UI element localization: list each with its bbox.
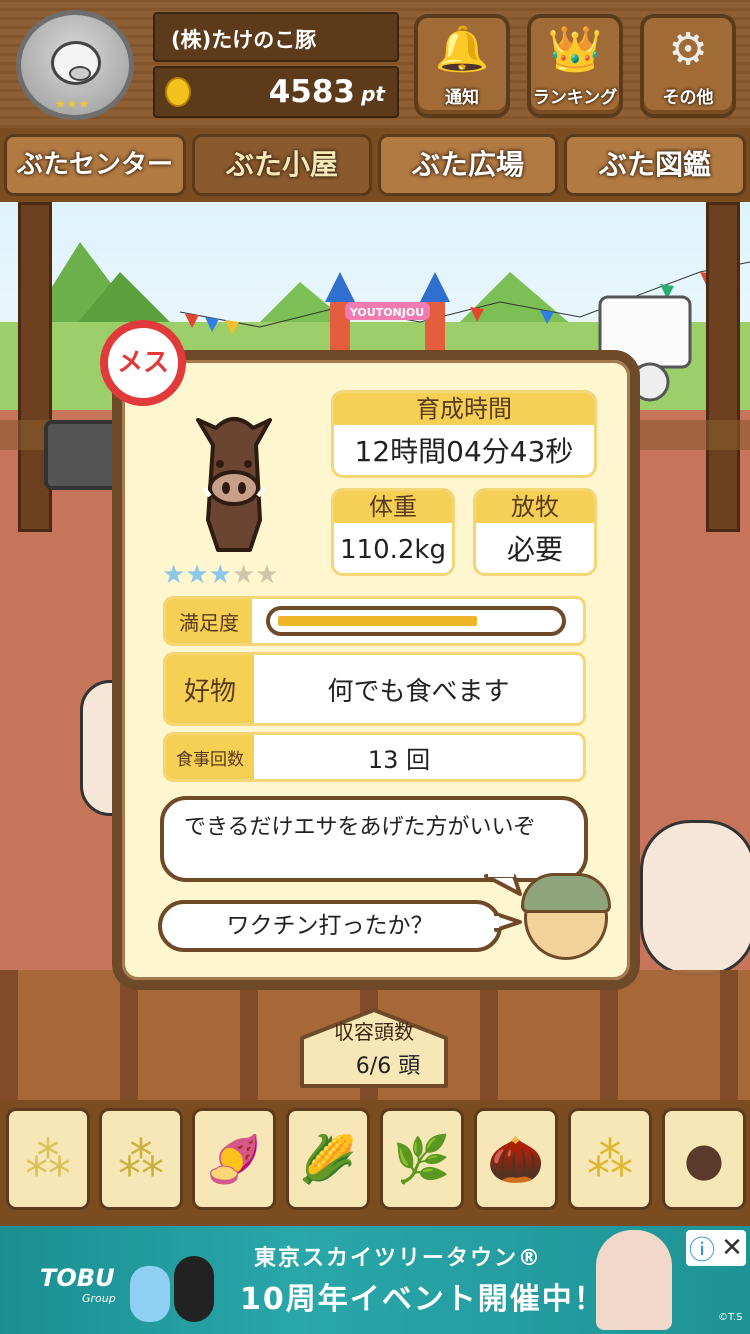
satisfaction-label: 満足度 <box>166 599 252 643</box>
bell-icon: 🔔 <box>434 24 490 75</box>
female-gender-badge: メス <box>100 320 186 406</box>
ad-logo-sub: Group <box>82 1292 116 1305</box>
other-button[interactable]: ⚙ その他 <box>640 14 736 118</box>
gate-sign-text: YOUTONJOU <box>349 306 424 319</box>
grazing-label: 放牧 <box>476 491 594 523</box>
info-icon[interactable]: ⓘ <box>689 1230 715 1267</box>
food-item-sweet-potato[interactable]: 🍠 <box>192 1108 276 1210</box>
question-bubble-tail <box>494 912 522 932</box>
tab-pig-encyclopedia[interactable]: ぶた図鑑 <box>564 134 746 196</box>
bean-pile-icon: ⁂ <box>118 1132 164 1186</box>
star-filled-icon: ★ <box>185 560 209 590</box>
meal-count-row: 食事回数 13 回 <box>163 732 586 782</box>
acorn-icon: 🌰 <box>487 1131 545 1186</box>
dark-balls-plate-icon: ● <box>683 1132 725 1186</box>
corn-icon: 🌽 <box>299 1131 357 1186</box>
leafy-beans-icon: 🌿 <box>393 1131 451 1186</box>
avatar-rank-stars: ★★★ <box>55 97 91 111</box>
tab-pig-center[interactable]: ぶたセンター <box>4 134 186 196</box>
ad-line2: 10周年イベント開催中！ <box>240 1282 606 1317</box>
company-name-box: (株)たけのこ豚 <box>153 12 399 62</box>
advice-bubble-tail <box>484 872 522 896</box>
fence-post-right <box>706 202 740 532</box>
ranking-label: ランキング <box>532 88 618 108</box>
food-item-corn[interactable]: 🌽 <box>286 1108 370 1210</box>
meals-value: 13 回 <box>367 745 431 774</box>
favorite-value: 何でも食べます <box>327 676 510 707</box>
grain-bowl-icon: ⁂ <box>587 1132 633 1186</box>
other-label: その他 <box>662 88 714 108</box>
ad-line1: 東京スカイツリータウン® <box>254 1246 543 1271</box>
points-box: 4583 pt <box>153 66 399 118</box>
notification-button[interactable]: 🔔 通知 <box>414 14 510 118</box>
satisfaction-bar <box>266 606 566 636</box>
ranking-button[interactable]: 👑 ランキング <box>527 14 623 118</box>
gear-icon: ⚙ <box>668 24 708 75</box>
crown-icon: 👑 <box>547 24 603 75</box>
close-icon[interactable]: ✕ <box>721 1233 743 1263</box>
food-item-bar: ⁂ ⁂ 🍠 🌽 🌿 🌰 ⁂ ● <box>0 1100 750 1226</box>
ad-person-photo <box>596 1230 672 1330</box>
food-item-grain-pile[interactable]: ⁂ <box>6 1108 90 1210</box>
grain-pile-icon: ⁂ <box>25 1132 71 1186</box>
star-empty-icon: ★ <box>255 560 279 590</box>
question-bubble: ワクチン打ったか？ <box>158 900 502 952</box>
weight-value: 110.2kg <box>340 535 446 565</box>
tab-pig-plaza[interactable]: ぶた広場 <box>378 134 558 196</box>
advice-bubble: できるだけエサをあげた方がいいぞ <box>160 796 588 882</box>
company-name: (株)たけのこ豚 <box>171 28 317 52</box>
weight-card: 体重 110.2kg <box>331 488 455 576</box>
capacity-value: 6/6 頭 <box>355 1054 421 1079</box>
farmer-face-icon <box>521 873 611 960</box>
ad-logo: TOBU <box>40 1264 115 1292</box>
pig-face-icon <box>51 41 101 85</box>
meals-label: 食事回数 <box>166 735 254 779</box>
boar-portrait <box>196 417 272 552</box>
food-item-beans[interactable]: ⁂ <box>99 1108 183 1210</box>
star-filled-icon: ★ <box>162 560 186 590</box>
notification-label: 通知 <box>445 88 479 108</box>
grazing-value: 必要 <box>506 533 563 566</box>
ad-banner[interactable]: TOBU Group 東京スカイツリータウン® 10周年イベント開催中！ ©T.… <box>0 1226 750 1334</box>
food-item-acorn[interactable]: 🌰 <box>474 1108 558 1210</box>
player-avatar[interactable]: ★★★ <box>16 10 134 120</box>
gender-label: メス <box>116 348 169 378</box>
capacity-label: 収容頭数 <box>334 1020 414 1044</box>
tab-pig-hut[interactable]: ぶた小屋 <box>192 134 372 196</box>
points-value: 4583 <box>268 74 355 110</box>
mascot-characters-icon <box>130 1246 220 1326</box>
raise-time-value: 12時間04分43秒 <box>354 435 574 468</box>
food-item-dark-balls[interactable]: ● <box>662 1108 746 1210</box>
favorite-food-row: 好物 何でも食べます <box>163 652 586 726</box>
favorite-label: 好物 <box>166 655 254 723</box>
raise-time-label: 育成時間 <box>334 393 594 425</box>
food-item-leafy-beans[interactable]: 🌿 <box>380 1108 464 1210</box>
ad-controls: ⓘ ✕ <box>686 1230 746 1266</box>
top-header: ★★★ (株)たけのこ豚 4583 pt 🔔 通知 👑 ランキング ⚙ その他 <box>0 0 750 128</box>
grazing-card: 放牧 必要 <box>473 488 597 576</box>
food-item-grain-bowl[interactable]: ⁂ <box>568 1108 652 1210</box>
coin-icon <box>165 77 191 107</box>
points-unit: pt <box>361 82 385 106</box>
pig-character-right <box>640 820 750 976</box>
raise-time-card: 育成時間 12時間04分43秒 <box>331 390 597 478</box>
rarity-stars: ★★★★★ <box>162 560 279 590</box>
star-empty-icon: ★ <box>231 560 256 590</box>
ad-credit: ©T.S <box>718 1312 743 1323</box>
satisfaction-bar-fill <box>278 616 477 626</box>
sweet-potato-icon: 🍠 <box>205 1131 263 1186</box>
star-filled-icon: ★ <box>208 560 232 590</box>
weight-label: 体重 <box>334 491 452 523</box>
main-tabs: ぶたセンター ぶた小屋 ぶた広場 ぶた図鑑 <box>0 128 750 202</box>
